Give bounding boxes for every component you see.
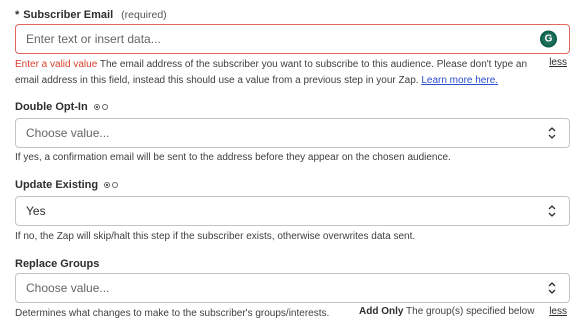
subscriber-email-input[interactable]: Enter text or insert data... G: [15, 24, 570, 54]
subscriber-email-label-row: * Subscriber Email (required): [15, 8, 167, 22]
radio-off-icon[interactable]: [112, 182, 119, 188]
double-opt-in-placeholder: Choose value...: [26, 126, 110, 140]
double-opt-in-help: If yes, a confirmation email will be sen…: [15, 152, 451, 163]
subscriber-email-placeholder: Enter text or insert data...: [26, 32, 161, 46]
radio-off-icon[interactable]: [101, 104, 108, 110]
replace-groups-label-row: Replace Groups: [15, 257, 99, 271]
required-star: *: [15, 9, 20, 21]
chevron-updown-icon: [548, 205, 556, 217]
option-name: Add Only: [359, 306, 404, 317]
radio-on-icon[interactable]: [93, 104, 100, 110]
learn-more-link[interactable]: Learn more here.: [421, 75, 498, 86]
chevron-updown-icon: [548, 282, 556, 294]
update-existing-value: Yes: [26, 204, 46, 218]
replace-groups-select[interactable]: Choose value...: [15, 273, 570, 303]
subscriber-email-help: Enter a valid value The email address of…: [15, 57, 535, 89]
option-desc: The group(s) specified below: [403, 306, 535, 317]
update-existing-label: Update Existing: [15, 179, 99, 191]
zap-step-form: * Subscriber Email (required) Enter text…: [0, 0, 584, 324]
update-existing-help: If no, the Zap will skip/halt this step …: [15, 231, 416, 242]
replace-groups-option-help: Add Only The group(s) specified below: [359, 306, 534, 317]
double-opt-in-label-row: Double Opt-In: [15, 100, 108, 114]
double-opt-in-select[interactable]: Choose value...: [15, 118, 570, 148]
replace-groups-help: Determines what changes to make to the s…: [15, 308, 330, 319]
validation-error: Enter a valid value: [15, 59, 98, 70]
replace-groups-label: Replace Groups: [15, 258, 100, 270]
double-opt-in-label: Double Opt-In: [15, 101, 88, 113]
less-link-email[interactable]: less: [549, 57, 567, 68]
replace-groups-placeholder: Choose value...: [26, 281, 110, 295]
grammarly-icon[interactable]: G: [540, 30, 557, 48]
required-tag: (required): [121, 9, 167, 21]
radio-on-icon[interactable]: [104, 182, 111, 188]
chevron-updown-icon: [548, 127, 556, 139]
less-link-groups[interactable]: less: [549, 306, 567, 317]
update-existing-label-row: Update Existing: [15, 178, 119, 192]
update-existing-select[interactable]: Yes: [15, 196, 570, 226]
update-existing-mode-toggle[interactable]: [104, 182, 119, 188]
subscriber-email-label: Subscriber Email: [23, 9, 114, 21]
double-opt-in-mode-toggle[interactable]: [93, 104, 108, 110]
